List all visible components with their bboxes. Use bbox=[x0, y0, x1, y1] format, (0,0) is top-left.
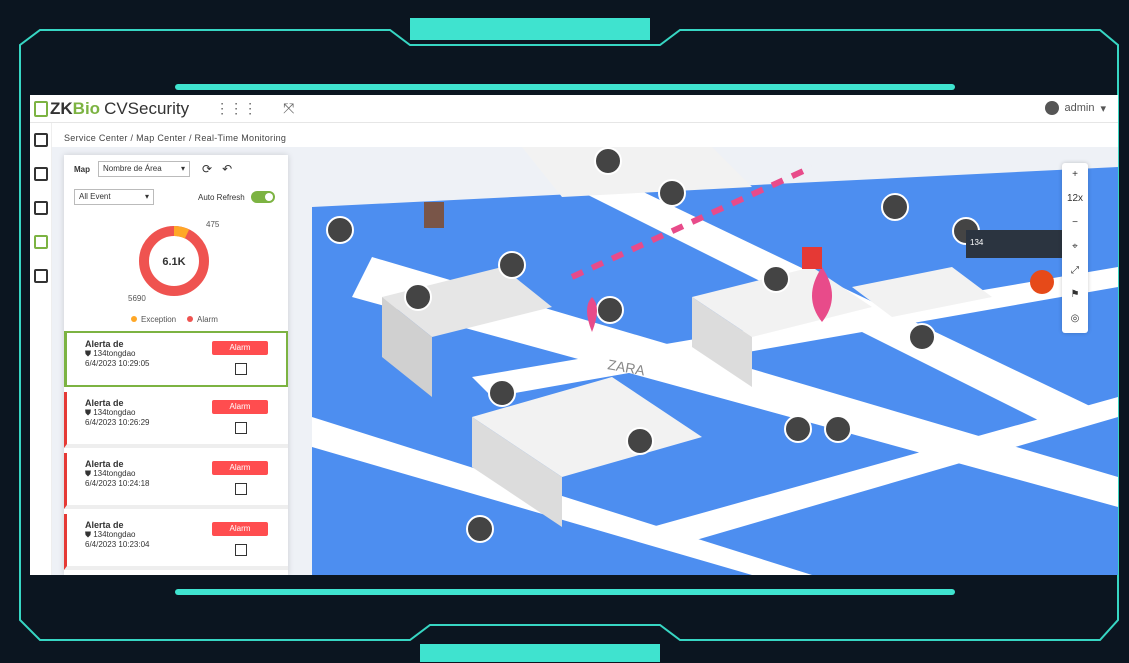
brand-product: CVSecurity bbox=[104, 98, 190, 118]
send-icon[interactable] bbox=[34, 269, 48, 283]
alarm-time: 6/4/2023 10:29:05 bbox=[85, 359, 150, 368]
alarm-device-name: 134tongdao bbox=[93, 530, 136, 539]
alarm-button[interactable]: Alarm bbox=[212, 461, 268, 475]
document-icon[interactable] bbox=[235, 544, 247, 556]
alarm-card[interactable]: Alerta de ⛊ 134tongdao 6/4/2023 10:24:18 Al… bbox=[64, 453, 288, 509]
alarm-device-name: 134tongdao bbox=[93, 469, 136, 478]
device-tooltip: 134 bbox=[966, 230, 1068, 258]
alarm-time: 6/4/2023 10:23:04 bbox=[85, 540, 150, 549]
auto-refresh-label: Auto Refresh bbox=[198, 192, 245, 202]
alarm-button[interactable]: Alarm bbox=[212, 522, 268, 536]
donut-bottom-value: 5690 bbox=[128, 294, 146, 303]
document-icon[interactable] bbox=[235, 483, 247, 495]
alarm-time: 6/4/2023 10:24:18 bbox=[85, 479, 150, 488]
alarm-card[interactable]: Alerta de ⛊ 134tongdao 6/4/2023 10:23:04 Al… bbox=[64, 514, 288, 570]
brand-bio: Bio bbox=[72, 98, 101, 118]
document-icon[interactable] bbox=[235, 422, 247, 434]
shield-icon bbox=[34, 100, 48, 117]
donut-top-value: 475 bbox=[206, 220, 220, 229]
user-menu[interactable]: admin ▾ bbox=[1044, 101, 1106, 115]
monitor-icon[interactable] bbox=[34, 133, 48, 147]
fullscreen-icon[interactable]: ⤧ bbox=[283, 100, 294, 117]
message-icon[interactable] bbox=[34, 201, 48, 215]
alarm-button[interactable]: Alarm bbox=[212, 341, 268, 355]
legend-alarm: Alarm bbox=[197, 315, 218, 324]
alarm-card[interactable]: Alerta de ⛊ 134tongdao 6/4/2023 10:26:29 Al… bbox=[64, 392, 288, 448]
alarm-time: 6/4/2023 10:26:29 bbox=[85, 418, 150, 427]
tooltip-text: 134 bbox=[970, 238, 984, 247]
breadcrumb: Service Center / Map Center / Real-Time … bbox=[64, 133, 287, 143]
pin-icon[interactable]: ⌖ bbox=[1062, 235, 1088, 259]
map-row: Map Nombre de Área ⟳ ↶ bbox=[64, 155, 288, 183]
legend-exception: Exception bbox=[141, 315, 176, 324]
avatar bbox=[1044, 101, 1059, 115]
target-icon[interactable]: ◎ bbox=[1062, 307, 1088, 331]
expand-icon[interactable]: ⤢ bbox=[1062, 259, 1088, 283]
alarm-panel: Map Nombre de Área ⟳ ↶ All Event Auto Re… bbox=[64, 155, 288, 575]
alarm-device-name: 134tongdao bbox=[93, 408, 136, 417]
undo-icon[interactable]: ↶ bbox=[222, 162, 232, 176]
refresh-icon[interactable]: ⟳ bbox=[202, 162, 212, 176]
top-bar: ZK Bio CVSecurity ⋮⋮⋮ ⤧ admin ▾ bbox=[30, 95, 1118, 123]
zoom-out-button[interactable]: − bbox=[1062, 211, 1088, 235]
map-toolbar: + 12x − ⌖ ⤢ ⚑ ◎ bbox=[1062, 163, 1088, 333]
grid-icon[interactable]: ⋮⋮⋮ bbox=[215, 100, 257, 117]
alarm-button[interactable]: Alarm bbox=[212, 400, 268, 414]
person-icon[interactable]: ⚑ bbox=[1062, 283, 1088, 307]
left-nav bbox=[30, 123, 52, 575]
zoom-level: 12x bbox=[1066, 193, 1084, 204]
alarm-device-name: 134tongdao bbox=[93, 349, 136, 358]
zoom-in-button[interactable]: + bbox=[1062, 163, 1088, 187]
chevron-down-icon: ▾ bbox=[1100, 102, 1106, 115]
event-select[interactable]: All Event bbox=[74, 189, 154, 205]
document-icon[interactable] bbox=[235, 363, 247, 375]
donut-center: 6.1K bbox=[162, 256, 185, 268]
app-window: ZK Bio CVSecurity ⋮⋮⋮ ⤧ admin ▾ Service … bbox=[30, 95, 1118, 575]
auto-refresh-toggle[interactable] bbox=[250, 191, 275, 203]
map-select[interactable]: Nombre de Área bbox=[98, 161, 190, 177]
document-icon[interactable] bbox=[34, 167, 48, 181]
brand-logo: ZK Bio CVSecurity bbox=[34, 99, 189, 119]
alarm-card[interactable]: Alerta de ⛊ 134tongdao 6/4/2023 10:29:05 Al… bbox=[64, 331, 288, 387]
event-donut: 6.1K 475 5690 Exception Alarm bbox=[128, 220, 220, 324]
user-icon[interactable] bbox=[34, 235, 48, 249]
map-label: Map bbox=[74, 164, 90, 174]
filter-row: All Event Auto Refresh bbox=[64, 183, 288, 211]
user-name: admin bbox=[1064, 102, 1095, 114]
brand-zk: ZK bbox=[50, 98, 73, 118]
